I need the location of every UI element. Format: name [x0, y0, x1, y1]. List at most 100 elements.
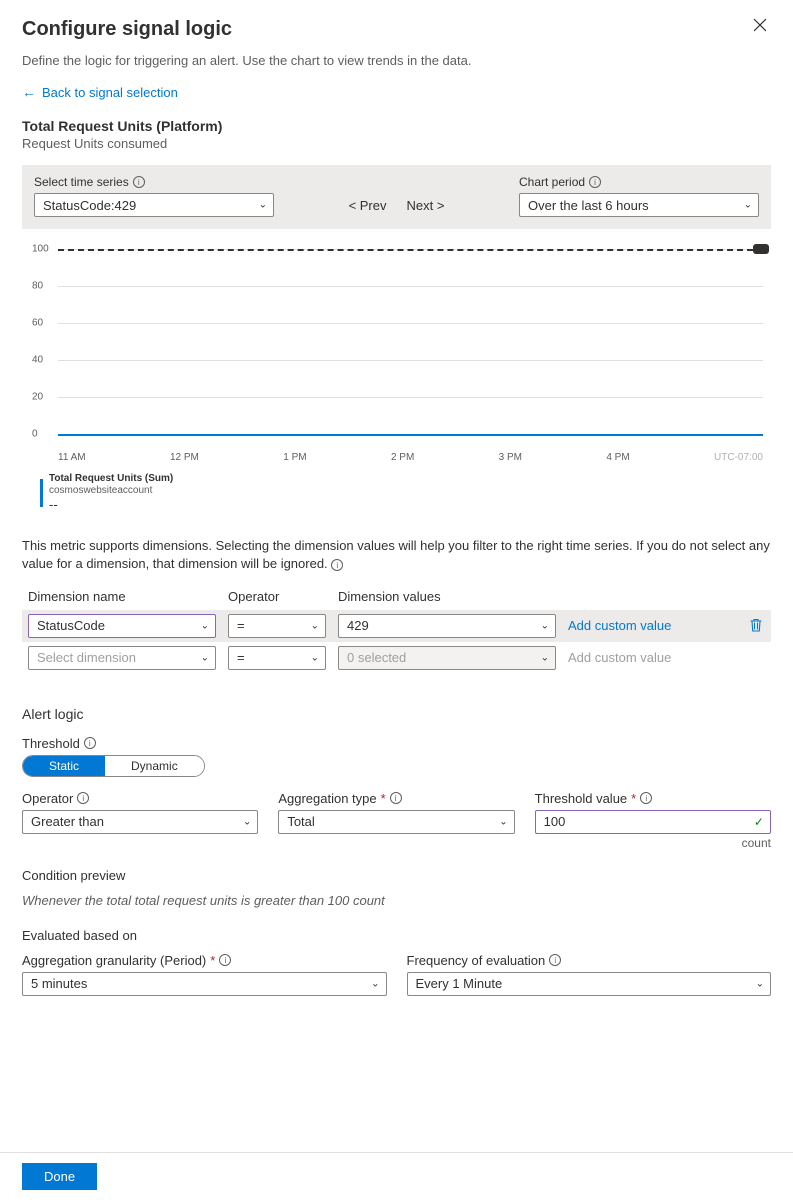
threshold-dynamic[interactable]: Dynamic [105, 756, 204, 776]
close-icon[interactable] [749, 18, 771, 32]
x-tick: 12 PM [170, 452, 199, 463]
threshold-handle[interactable] [753, 244, 769, 254]
x-tick: 2 PM [391, 452, 414, 463]
condition-preview-title: Condition preview [22, 868, 771, 883]
dimensions-desc: This metric supports dimensions. Selecti… [22, 537, 771, 573]
delete-icon[interactable] [749, 618, 765, 633]
info-icon[interactable]: i [77, 792, 89, 804]
dim-col-vals: Dimension values [332, 589, 562, 610]
x-tick: 1 PM [283, 452, 306, 463]
dimension-values-select: 0 selected⌄ [338, 646, 556, 670]
signal-name: Total Request Units (Platform) [22, 118, 771, 134]
legend-account: cosmoswebsiteaccount [49, 485, 173, 497]
dimension-values-select[interactable]: 429⌄ [338, 614, 556, 638]
chevron-down-icon: ⌄ [311, 620, 319, 631]
timezone-label: UTC-07:00 [714, 452, 763, 463]
timeseries-label: Select time seriesi [34, 175, 274, 189]
threshold-toggle[interactable]: Static Dynamic [22, 755, 205, 777]
prev-button[interactable]: < Prev [349, 198, 387, 213]
chevron-down-icon: ⌄ [541, 620, 549, 631]
y-tick: 100 [32, 244, 49, 255]
operator-select[interactable]: Greater than⌄ [22, 810, 258, 834]
signal-sub: Request Units consumed [22, 136, 771, 151]
chevron-down-icon: ⌄ [311, 652, 319, 663]
x-tick: 11 AM [58, 452, 86, 463]
chevron-down-icon: ⌄ [756, 978, 764, 989]
aggregation-select[interactable]: Total⌄ [278, 810, 514, 834]
arrow-left-icon: ← [22, 84, 36, 100]
threshold-static[interactable]: Static [23, 756, 105, 776]
gridline [58, 397, 763, 398]
chart-period-label: Chart periodi [519, 175, 759, 189]
data-line [58, 434, 763, 436]
chevron-down-icon: ⌄ [541, 652, 549, 663]
dim-col-op: Operator [222, 589, 332, 610]
chevron-down-icon: ⌄ [259, 200, 267, 211]
aggregation-label: Aggregation type*i [278, 791, 514, 806]
timeseries-bar: Select time seriesi StatusCode:429⌄ < Pr… [22, 165, 771, 229]
threshold-value-input[interactable]: 100✓ [535, 810, 771, 834]
granularity-select[interactable]: 5 minutes⌄ [22, 972, 387, 996]
chart-period-select[interactable]: Over the last 6 hours⌄ [519, 193, 759, 217]
y-tick: 40 [32, 355, 43, 366]
back-link-label: Back to signal selection [42, 85, 178, 100]
legend-series-name: Total Request Units (Sum) [49, 473, 173, 485]
legend-value: -- [49, 497, 173, 513]
evaluated-title: Evaluated based on [22, 928, 771, 943]
chart-legend: Total Request Units (Sum) cosmoswebsitea… [40, 473, 771, 513]
gridline [58, 286, 763, 287]
x-tick: 3 PM [499, 452, 522, 463]
dimension-name-select[interactable]: Select dimension⌄ [28, 646, 216, 670]
add-custom-value-link[interactable]: Add custom value [568, 618, 671, 633]
info-icon[interactable]: i [640, 792, 652, 804]
dimension-row: Select dimension⌄ =⌄ 0 selected⌄ Add custom… [22, 642, 771, 674]
footer: Done [0, 1152, 793, 1200]
info-icon[interactable]: i [133, 176, 145, 188]
chevron-down-icon: ⌄ [371, 978, 379, 989]
frequency-select[interactable]: Every 1 Minute⌄ [407, 972, 772, 996]
info-icon[interactable]: i [589, 176, 601, 188]
timeseries-select[interactable]: StatusCode:429⌄ [34, 193, 274, 217]
dimension-row: StatusCode⌄ =⌄ 429⌄ Add custom value [22, 610, 771, 642]
done-button[interactable]: Done [22, 1163, 97, 1190]
threshold-line[interactable] [58, 249, 763, 251]
granularity-label: Aggregation granularity (Period)*i [22, 953, 387, 968]
condition-preview-text: Whenever the total total request units i… [22, 893, 771, 908]
page-title: Configure signal logic [22, 18, 232, 41]
y-tick: 0 [32, 429, 38, 440]
legend-color-bar [40, 479, 43, 507]
check-icon: ✓ [754, 815, 764, 829]
dimension-operator-select[interactable]: =⌄ [228, 646, 326, 670]
dimension-name-select[interactable]: StatusCode⌄ [28, 614, 216, 638]
operator-label: Operatori [22, 791, 258, 806]
dimensions-table: Dimension name Operator Dimension values… [22, 589, 771, 674]
back-link[interactable]: ← Back to signal selection [22, 84, 178, 100]
chevron-down-icon: ⌄ [499, 816, 507, 827]
frequency-label: Frequency of evaluationi [407, 953, 772, 968]
gridline [58, 360, 763, 361]
gridline [58, 323, 763, 324]
y-tick: 80 [32, 281, 43, 292]
threshold-unit: count [535, 836, 771, 850]
chart: 0 20 40 60 80 100 11 AM 12 PM 1 PM 2 PM 3 PM 4 PM U… [22, 243, 771, 513]
next-button[interactable]: Next > [407, 198, 445, 213]
chevron-down-icon: ⌄ [243, 816, 251, 827]
page-description: Define the logic for triggering an alert… [22, 53, 771, 68]
chevron-down-icon: ⌄ [744, 200, 752, 211]
threshold-label: Thresholdi [22, 736, 771, 751]
info-icon[interactable]: i [331, 559, 343, 571]
y-tick: 60 [32, 318, 43, 329]
alert-logic-title: Alert logic [22, 706, 771, 722]
add-custom-value-link: Add custom value [568, 650, 671, 665]
x-tick: 4 PM [606, 452, 629, 463]
info-icon[interactable]: i [219, 954, 231, 966]
info-icon[interactable]: i [390, 792, 402, 804]
dimension-operator-select[interactable]: =⌄ [228, 614, 326, 638]
y-tick: 20 [32, 392, 43, 403]
info-icon[interactable]: i [549, 954, 561, 966]
info-icon[interactable]: i [84, 737, 96, 749]
chevron-down-icon: ⌄ [201, 620, 209, 631]
chevron-down-icon: ⌄ [201, 652, 209, 663]
dim-col-name: Dimension name [22, 589, 222, 610]
threshold-value-label: Threshold value*i [535, 791, 771, 806]
